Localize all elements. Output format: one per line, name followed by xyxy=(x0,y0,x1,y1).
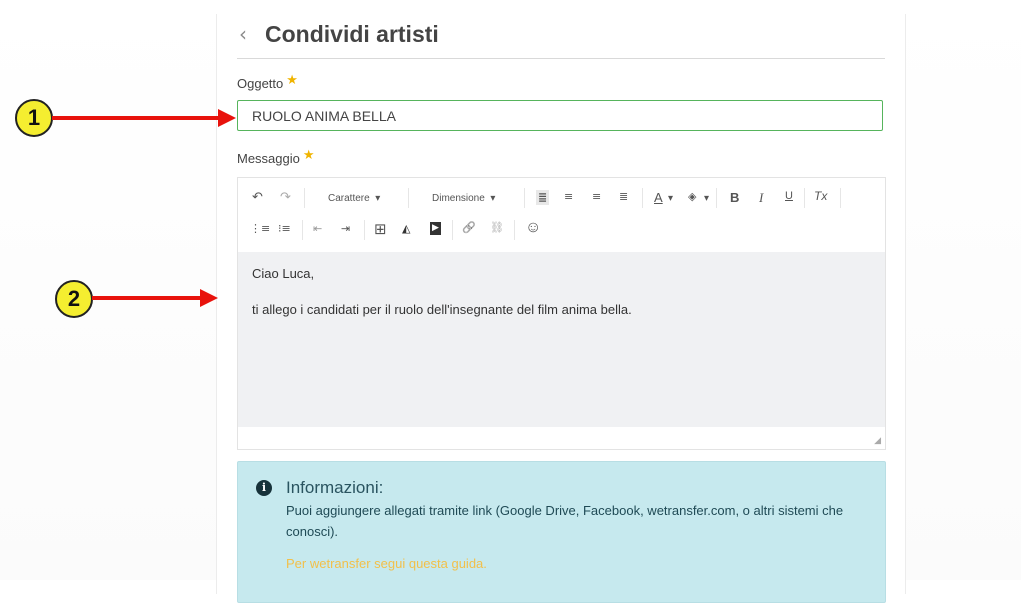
undo-icon[interactable]: ↶ xyxy=(252,189,263,205)
message-line: Ciao Luca, xyxy=(252,266,315,281)
toolbar-divider xyxy=(302,220,303,240)
resize-handle-icon[interactable]: ◢ xyxy=(874,435,881,446)
ordered-list-icon[interactable]: ⋮≡ xyxy=(250,222,270,235)
underline-icon[interactable]: U xyxy=(785,190,793,202)
back-chevron-icon[interactable]: ‹ xyxy=(239,22,247,46)
toolbar-divider xyxy=(804,188,805,208)
annotation-badge-1: 1 xyxy=(15,99,53,137)
annotation-badge-2: 2 xyxy=(55,280,93,318)
wetransfer-guide-link[interactable]: Per wetransfer segui questa guida. xyxy=(286,556,487,571)
subject-input[interactable] xyxy=(237,100,883,131)
font-size-label: Dimensione xyxy=(432,193,485,204)
link-icon[interactable]: 🔗 xyxy=(462,221,476,234)
dropdown-caret-icon[interactable]: ▾ xyxy=(668,193,673,204)
share-artists-panel: ‹ Condividi artisti Oggetto★ Messaggio★ … xyxy=(216,14,906,603)
toolbar-divider xyxy=(408,188,409,208)
dropdown-caret-icon[interactable]: ▾ xyxy=(704,193,709,204)
message-label: Messaggio ★ xyxy=(237,147,315,167)
redo-icon[interactable]: ↷ xyxy=(280,189,291,205)
video-icon[interactable]: ▶ xyxy=(430,222,441,235)
toolbar-divider xyxy=(524,188,525,208)
info-title: Informazioni: xyxy=(286,478,384,497)
subject-label-text: Oggetto xyxy=(237,76,284,91)
highlight-color-icon[interactable]: ◈ xyxy=(688,190,696,203)
required-star-icon: ★ xyxy=(302,147,315,162)
message-label-text: Messaggio xyxy=(237,151,300,166)
info-icon: i xyxy=(256,480,272,496)
annotation-arrow-1 xyxy=(52,116,220,120)
table-icon[interactable]: ⊞ xyxy=(374,220,387,238)
emoji-icon[interactable]: ☺ xyxy=(525,219,541,237)
annotation-arrow-2 xyxy=(92,296,202,300)
image-icon[interactable]: ◭ xyxy=(402,222,410,235)
required-star-icon: ★ xyxy=(286,72,298,87)
align-left-icon[interactable]: ≣ xyxy=(536,190,550,205)
info-alert: i Informazioni: Puoi aggiungere allegati… xyxy=(237,461,886,603)
font-family-label: Carattere xyxy=(328,193,370,204)
annotation-arrowhead-1 xyxy=(218,109,236,127)
info-text: Puoi aggiungere allegati tramite link (G… xyxy=(286,503,844,539)
outdent-icon[interactable]: ⇤ xyxy=(313,222,322,235)
align-center-icon[interactable]: ≡ xyxy=(564,190,573,203)
unlink-icon[interactable]: ⛓ xyxy=(490,221,504,234)
rich-text-editor: ↶ ↷ Carattere ▾ Dimensione ▾ ≣ ≡ ≡ ≣ A ▾… xyxy=(237,177,886,450)
font-size-dropdown[interactable]: Dimensione ▾ xyxy=(432,193,495,204)
page-header: ‹ Condividi artisti xyxy=(237,18,885,59)
align-right-icon[interactable]: ≡ xyxy=(592,190,601,203)
toolbar-divider xyxy=(642,188,643,208)
bold-icon[interactable]: B xyxy=(730,190,739,205)
editor-content-area[interactable]: Ciao Luca, ti allego i candidati per il … xyxy=(238,252,885,427)
font-family-dropdown[interactable]: Carattere ▾ xyxy=(328,193,380,204)
bullet-list-icon[interactable]: ⁝≡ xyxy=(278,222,291,235)
clear-format-icon[interactable]: Tx xyxy=(814,189,827,203)
justify-icon[interactable]: ≣ xyxy=(619,190,628,203)
editor-toolbar: ↶ ↷ Carattere ▾ Dimensione ▾ ≣ ≡ ≡ ≣ A ▾… xyxy=(238,178,885,252)
dropdown-caret-icon: ▾ xyxy=(375,193,381,204)
toolbar-divider xyxy=(364,220,365,240)
dropdown-caret-icon: ▾ xyxy=(490,193,496,204)
subject-label: Oggetto ★ xyxy=(237,72,298,92)
toolbar-divider xyxy=(840,188,841,208)
page-title: Condividi artisti xyxy=(265,21,439,47)
toolbar-divider xyxy=(452,220,453,240)
toolbar-divider xyxy=(716,188,717,208)
toolbar-divider xyxy=(514,220,515,240)
toolbar-divider xyxy=(304,188,305,208)
font-color-icon[interactable]: A xyxy=(654,190,663,205)
italic-icon[interactable]: I xyxy=(759,190,763,206)
annotation-arrowhead-2 xyxy=(200,289,218,307)
indent-icon[interactable]: ⇥ xyxy=(341,222,350,235)
message-line: ti allego i candidati per il ruolo dell'… xyxy=(252,302,632,317)
